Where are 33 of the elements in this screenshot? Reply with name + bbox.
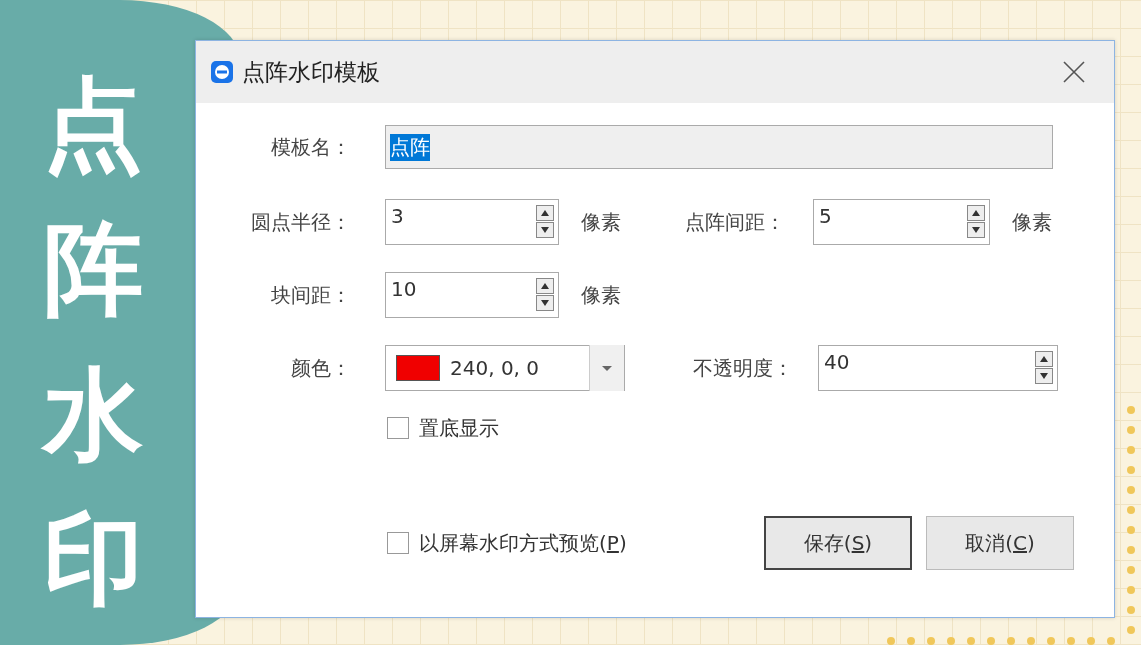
banner-title: 点阵水印 (42, 65, 143, 620)
window-title: 点阵水印模板 (242, 57, 381, 87)
field-label: 点阵间距： (684, 208, 785, 236)
spin-field[interactable]: 10 (385, 272, 559, 318)
close-icon[interactable] (1062, 60, 1086, 84)
spin-down-icon[interactable] (536, 295, 554, 311)
checkbox[interactable] (387, 417, 409, 439)
unit-label: 像素 (1012, 208, 1052, 236)
field-label: 不透明度： (692, 354, 793, 382)
field-label: 模板名： (270, 133, 351, 161)
spin-field[interactable]: 3 (385, 199, 559, 245)
checkbox[interactable] (387, 532, 409, 554)
spin-down-icon[interactable] (536, 222, 554, 238)
spin-up-icon[interactable] (1035, 351, 1053, 367)
spin-up-icon[interactable] (536, 205, 554, 221)
unit-label: 像素 (581, 281, 621, 309)
unit-label: 像素 (581, 208, 621, 236)
spin-up-icon[interactable] (967, 205, 985, 221)
spin-field[interactable]: 40 (818, 345, 1058, 391)
spin-down-icon[interactable] (1035, 368, 1053, 384)
field-label: 颜色： (290, 354, 351, 382)
field-label: 圆点半径： (250, 208, 351, 236)
save-button[interactable]: 保存(S) (764, 516, 912, 570)
color-dropdown[interactable]: 240, 0, 0 (385, 345, 625, 391)
spin-up-icon[interactable] (536, 278, 554, 294)
field-label: 块间距： (270, 281, 351, 309)
checkbox-label: 置底显示 (419, 414, 499, 442)
spin-field[interactable]: 5 (813, 199, 990, 245)
name-field[interactable]: 点阵 (385, 125, 1053, 169)
app-icon (210, 60, 234, 84)
spin-down-icon[interactable] (967, 222, 985, 238)
checkbox-label: 以屏幕水印方式预览(P) (419, 529, 628, 557)
cancel-button[interactable]: 取消(C) (926, 516, 1074, 570)
